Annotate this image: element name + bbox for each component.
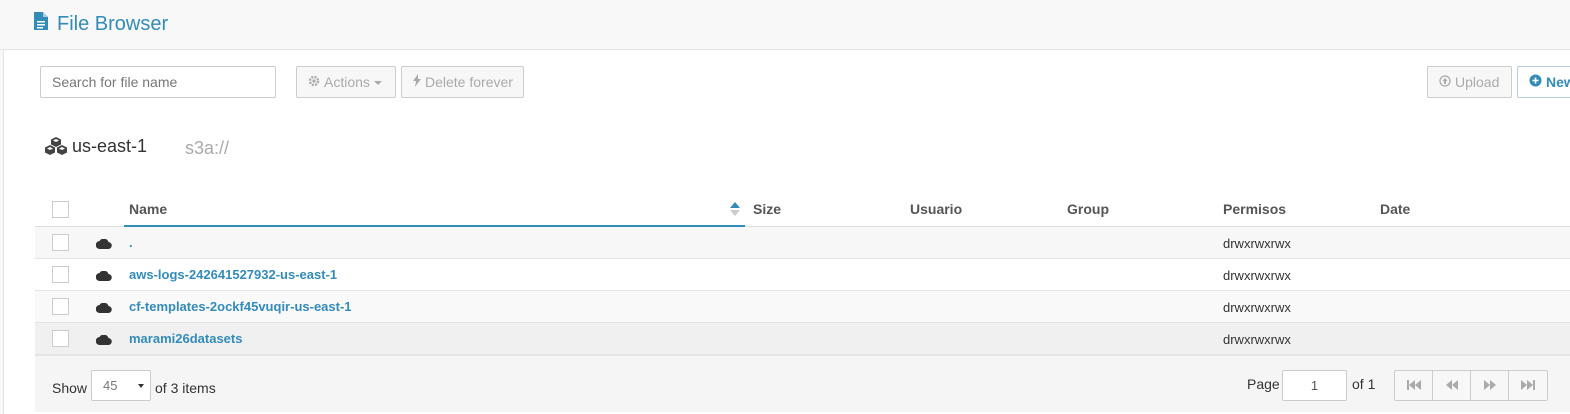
last-page-button[interactable] (1509, 371, 1547, 400)
file-table: Name Size Usuario Group Permisos Date . … (35, 192, 1570, 355)
page-size-value: 45 (103, 378, 118, 393)
sort-asc-icon[interactable] (730, 202, 740, 219)
column-header-name[interactable]: Name (129, 201, 167, 217)
table-row[interactable]: . drwxrwxrwx (35, 227, 1570, 259)
first-page-button[interactable] (1395, 371, 1433, 400)
chevron-down-icon (138, 384, 144, 388)
column-header-date[interactable]: Date (1380, 201, 1410, 217)
new-label: New (1546, 74, 1570, 90)
column-header-name-sorted[interactable] (124, 192, 745, 227)
actions-button[interactable]: Actions (296, 66, 396, 98)
upload-circle-icon (1439, 74, 1455, 90)
table-row[interactable]: cf-templates-2ockf45vuqir-us-east-1 drwx… (35, 291, 1570, 323)
page-label: Page (1247, 376, 1280, 392)
row-checkbox[interactable] (52, 298, 69, 315)
row-name-link[interactable]: . (129, 235, 133, 250)
table-row[interactable]: aws-logs-242641527932-us-east-1 drwxrwxr… (35, 259, 1570, 291)
left-rail (0, 0, 4, 414)
row-permissions: drwxrwxrwx (1223, 300, 1291, 315)
chevron-down-icon (373, 81, 382, 85)
row-name-link[interactable]: cf-templates-2ockf45vuqir-us-east-1 (129, 299, 352, 314)
table-header: Name Size Usuario Group Permisos Date (35, 192, 1570, 227)
delete-forever-button[interactable]: Delete forever (401, 66, 524, 98)
column-header-size[interactable]: Size (753, 201, 781, 217)
prev-page-button[interactable] (1433, 371, 1471, 400)
upload-button[interactable]: Upload (1427, 66, 1512, 98)
column-header-group[interactable]: Group (1067, 201, 1109, 217)
file-icon (33, 11, 57, 37)
table-row[interactable]: marami26datasets drwxrwxrwx (35, 323, 1570, 355)
new-button[interactable]: New (1517, 66, 1570, 98)
page-count: of 1 (1352, 376, 1376, 392)
last-page-icon (1521, 378, 1535, 393)
cloud-icon (95, 301, 112, 316)
row-checkbox[interactable] (52, 234, 69, 251)
plus-circle-icon (1529, 74, 1546, 90)
gear-icon (308, 74, 324, 90)
show-label: Show (52, 380, 88, 396)
cloud-icon (95, 333, 112, 348)
next-page-button[interactable] (1471, 371, 1509, 400)
pagination-controls (1394, 370, 1548, 401)
breadcrumb-root[interactable]: us-east-1 (72, 136, 147, 157)
top-bar: File Browser (0, 0, 1570, 50)
column-header-permissions[interactable]: Permisos (1223, 201, 1286, 217)
select-all-checkbox[interactable] (52, 201, 69, 218)
row-permissions: drwxrwxrwx (1223, 236, 1291, 251)
forward-icon (1483, 378, 1496, 393)
row-checkbox[interactable] (52, 330, 69, 347)
app-title-text: File Browser (57, 12, 169, 35)
cloud-icon (95, 237, 112, 252)
page-number-input[interactable] (1282, 370, 1347, 401)
upload-label: Upload (1455, 74, 1500, 90)
cubes-icon (44, 136, 68, 159)
table-footer: Show 45 of 3 items Page of 1 (35, 355, 1570, 412)
search-input[interactable] (40, 66, 276, 98)
bolt-icon (413, 74, 425, 90)
row-checkbox[interactable] (52, 266, 69, 283)
row-name-link[interactable]: aws-logs-242641527932-us-east-1 (129, 267, 337, 282)
actions-label: Actions (324, 74, 370, 90)
items-count: of 3 items (155, 380, 216, 396)
delete-label: Delete forever (425, 74, 513, 90)
backward-icon (1445, 378, 1458, 393)
row-name-link[interactable]: marami26datasets (129, 331, 242, 346)
cloud-icon (95, 269, 112, 284)
row-permissions: drwxrwxrwx (1223, 332, 1291, 347)
page-title: File Browser (33, 11, 168, 37)
column-header-user[interactable]: Usuario (910, 201, 962, 217)
first-page-icon (1406, 378, 1421, 393)
row-permissions: drwxrwxrwx (1223, 268, 1291, 283)
page-size-select[interactable]: 45 (91, 370, 151, 401)
breadcrumb-path[interactable]: s3a:// (185, 138, 229, 159)
